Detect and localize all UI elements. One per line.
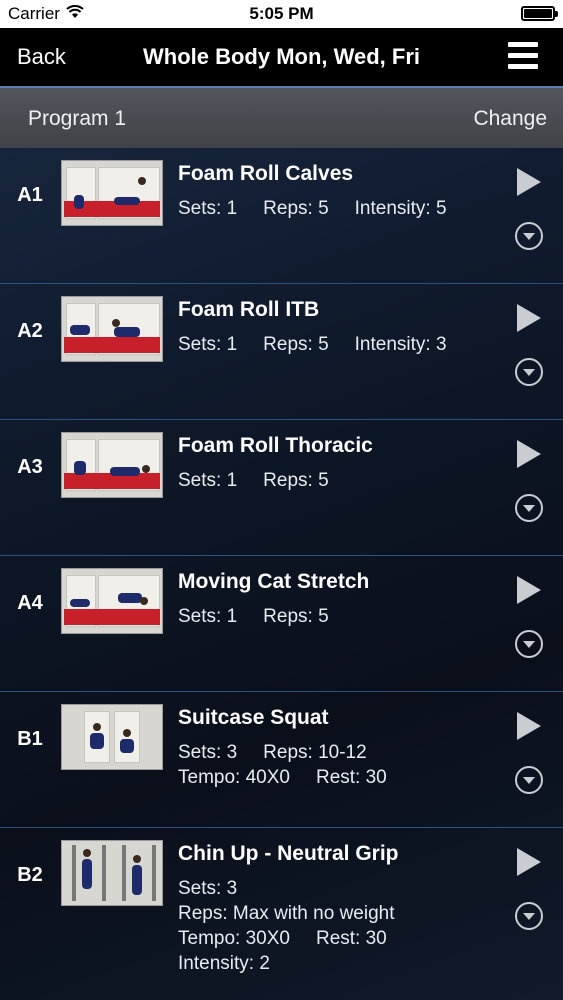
exercise-detail: Intensity: 3 — [354, 334, 447, 355]
detail-line: Intensity: 2 — [178, 951, 421, 976]
exercise-row[interactable]: B1 Suitcase Squat Sets: 3 Reps: 10-12 Tempo:… — [0, 692, 563, 828]
exercise-detail: Sets: 3 — [178, 878, 238, 899]
exercise-thumbnail[interactable] — [61, 704, 163, 770]
play-icon[interactable] — [517, 848, 541, 876]
exercise-detail: Sets: 1 — [178, 470, 238, 491]
detail-line: Reps: Max with no weight — [178, 901, 421, 926]
play-icon[interactable] — [517, 712, 541, 740]
exercise-thumbnail[interactable] — [61, 432, 163, 498]
exercise-code: A1 — [17, 184, 43, 206]
play-icon[interactable] — [517, 576, 541, 604]
expand-chevron-icon[interactable] — [515, 902, 543, 930]
exercise-row[interactable]: B2 Chin Up - Neutral Grip Sets: 3 Reps: Max… — [0, 828, 563, 1000]
exercise-detail: Reps: Max with no weight — [178, 903, 395, 924]
status-time: 5:05 PM — [249, 4, 314, 23]
exercise-name: Chin Up - Neutral Grip — [178, 842, 399, 865]
detail-line: Sets: 3 Reps: 10-12 — [178, 740, 413, 765]
exercise-thumbnail[interactable] — [61, 160, 163, 226]
detail-line: Tempo: 40X0 Rest: 30 — [178, 765, 413, 790]
detail-line: Sets: 3 — [178, 876, 421, 901]
detail-line: Sets: 1 Reps: 5 — [178, 604, 355, 629]
change-program-button[interactable]: Change — [473, 107, 547, 131]
exercise-detail: Reps: 10-12 — [263, 742, 367, 763]
exercise-details: Sets: 1 Reps: 5 Intensity: 3 — [178, 332, 473, 357]
expand-chevron-icon[interactable] — [515, 630, 543, 658]
exercise-code: B2 — [17, 864, 43, 886]
detail-line: Sets: 1 Reps: 5 — [178, 468, 355, 493]
exercise-thumbnail[interactable] — [61, 568, 163, 634]
exercise-row[interactable]: A3 Foam Roll Thoracic Sets: 1 Reps: 5 — [0, 420, 563, 556]
status-bar: Carrier 5:05 PM — [0, 0, 563, 28]
exercise-detail: Reps: 5 — [263, 470, 329, 491]
exercise-row[interactable]: A4 Moving Cat Stretch Sets: 1 Reps: 5 — [0, 556, 563, 692]
exercise-detail: Intensity: 5 — [354, 198, 447, 219]
exercise-details: Sets: 3 Reps: 10-12 Tempo: 40X0 Rest: 30 — [178, 740, 413, 790]
exercise-thumbnail[interactable] — [61, 840, 163, 906]
play-icon[interactable] — [517, 168, 541, 196]
exercise-details: Sets: 1 Reps: 5 — [178, 604, 355, 629]
play-icon[interactable] — [517, 304, 541, 332]
exercise-detail: Reps: 5 — [263, 198, 329, 219]
expand-chevron-icon[interactable] — [515, 222, 543, 250]
exercise-name: Foam Roll Calves — [178, 162, 354, 185]
expand-chevron-icon[interactable] — [515, 494, 543, 522]
exercise-code: A3 — [17, 456, 43, 478]
detail-line: Sets: 1 Reps: 5 Intensity: 5 — [178, 196, 473, 221]
exercise-detail: Reps: 5 — [263, 334, 329, 355]
play-icon[interactable] — [517, 440, 541, 468]
exercise-code: A2 — [17, 320, 43, 342]
battery-icon — [521, 6, 558, 21]
exercise-detail: Sets: 1 — [178, 606, 238, 627]
exercise-detail: Sets: 3 — [178, 742, 238, 763]
app-screen: Carrier 5:05 PM Back Whole Body Mon, Wed… — [0, 0, 563, 1000]
exercise-code: A4 — [17, 592, 43, 614]
exercise-name: Foam Roll Thoracic — [178, 434, 373, 457]
exercise-code: B1 — [17, 728, 43, 750]
exercise-detail: Sets: 1 — [178, 198, 238, 219]
exercise-details: Sets: 1 Reps: 5 — [178, 468, 355, 493]
exercise-detail: Reps: 5 — [263, 606, 329, 627]
page-title: Whole Body Mon, Wed, Fri — [142, 44, 421, 69]
detail-line: Sets: 1 Reps: 5 Intensity: 3 — [178, 332, 473, 357]
exercise-row[interactable]: A1 Foam Roll Calves Sets: 1 Reps: 5 Intensit… — [0, 148, 563, 284]
exercise-detail: Tempo: 30X0 — [178, 928, 290, 949]
exercise-detail: Sets: 1 — [178, 334, 238, 355]
battery-level — [524, 9, 552, 18]
exercise-name: Suitcase Squat — [178, 706, 329, 729]
exercise-detail: Intensity: 2 — [178, 953, 270, 974]
exercise-details: Sets: 3 Reps: Max with no weight Tempo: 30… — [178, 876, 421, 976]
exercise-detail: Tempo: 40X0 — [178, 767, 290, 788]
exercise-list: A1 Foam Roll Calves Sets: 1 Reps: 5 Intensit… — [0, 148, 563, 1000]
exercise-row[interactable]: A2 Foam Roll ITB Sets: 1 Reps: 5 Intensity: … — [0, 284, 563, 420]
exercise-thumbnail[interactable] — [61, 296, 163, 362]
hamburger-menu-icon[interactable] — [508, 42, 538, 70]
detail-line: Tempo: 30X0 Rest: 30 — [178, 926, 421, 951]
program-label: Program 1 — [28, 107, 127, 130]
exercise-name: Moving Cat Stretch — [178, 570, 370, 593]
exercise-detail: Rest: 30 — [315, 767, 387, 788]
expand-chevron-icon[interactable] — [515, 358, 543, 386]
exercise-detail: Rest: 30 — [315, 928, 387, 949]
exercise-name: Foam Roll ITB — [178, 298, 320, 321]
exercise-details: Sets: 1 Reps: 5 Intensity: 5 — [178, 196, 473, 221]
expand-chevron-icon[interactable] — [515, 766, 543, 794]
program-bar: Program 1 Change — [0, 86, 563, 148]
navigation-bar: Back Whole Body Mon, Wed, Fri — [0, 28, 563, 86]
